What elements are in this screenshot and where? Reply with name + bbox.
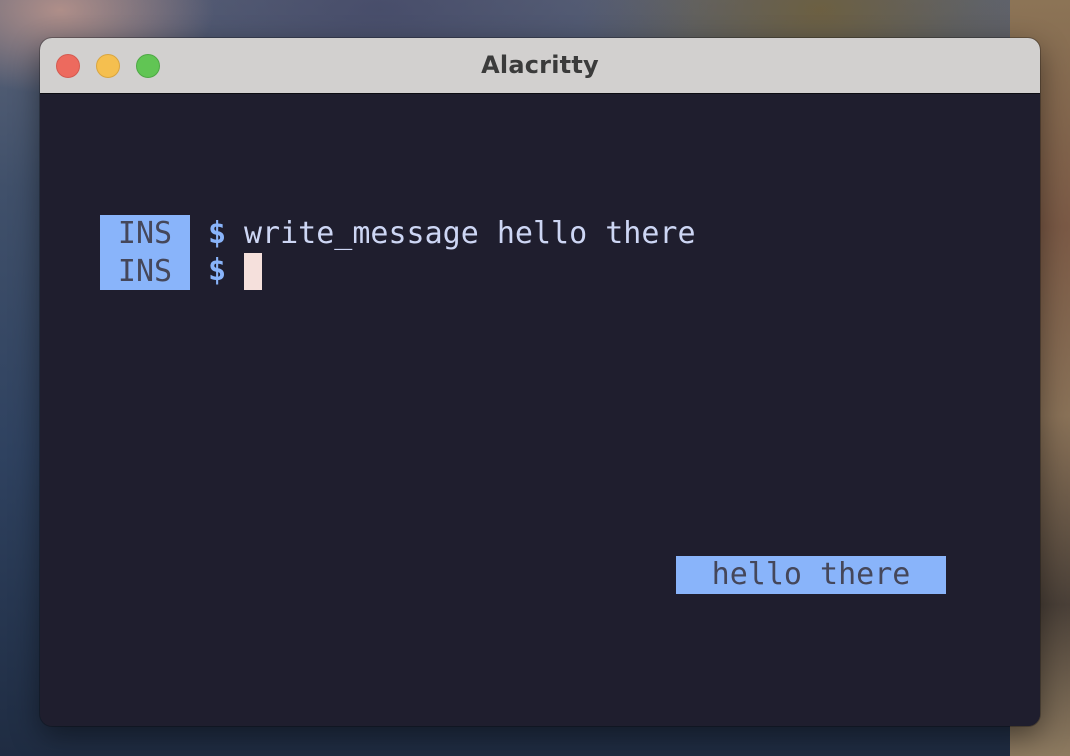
title-bar[interactable]: Alacritty [40, 38, 1040, 94]
vi-mode-badge: INS [100, 215, 190, 253]
prompt-symbol: $ [208, 216, 227, 251]
text-cursor[interactable] [244, 252, 262, 290]
alacritty-window: Alacritty INS $ write_message hello ther… [40, 38, 1040, 726]
terminal-line: INS $ [100, 252, 262, 290]
prompt-symbol: $ [208, 253, 227, 288]
message-box: hello there [676, 556, 946, 594]
terminal-line: INS $ write_message hello there [100, 215, 696, 253]
command-text: write_message hello there [244, 216, 696, 251]
vi-mode-badge: INS [100, 252, 190, 290]
window-title: Alacritty [481, 51, 599, 79]
terminal-area[interactable]: INS $ write_message hello there INS $ he… [40, 94, 1040, 726]
